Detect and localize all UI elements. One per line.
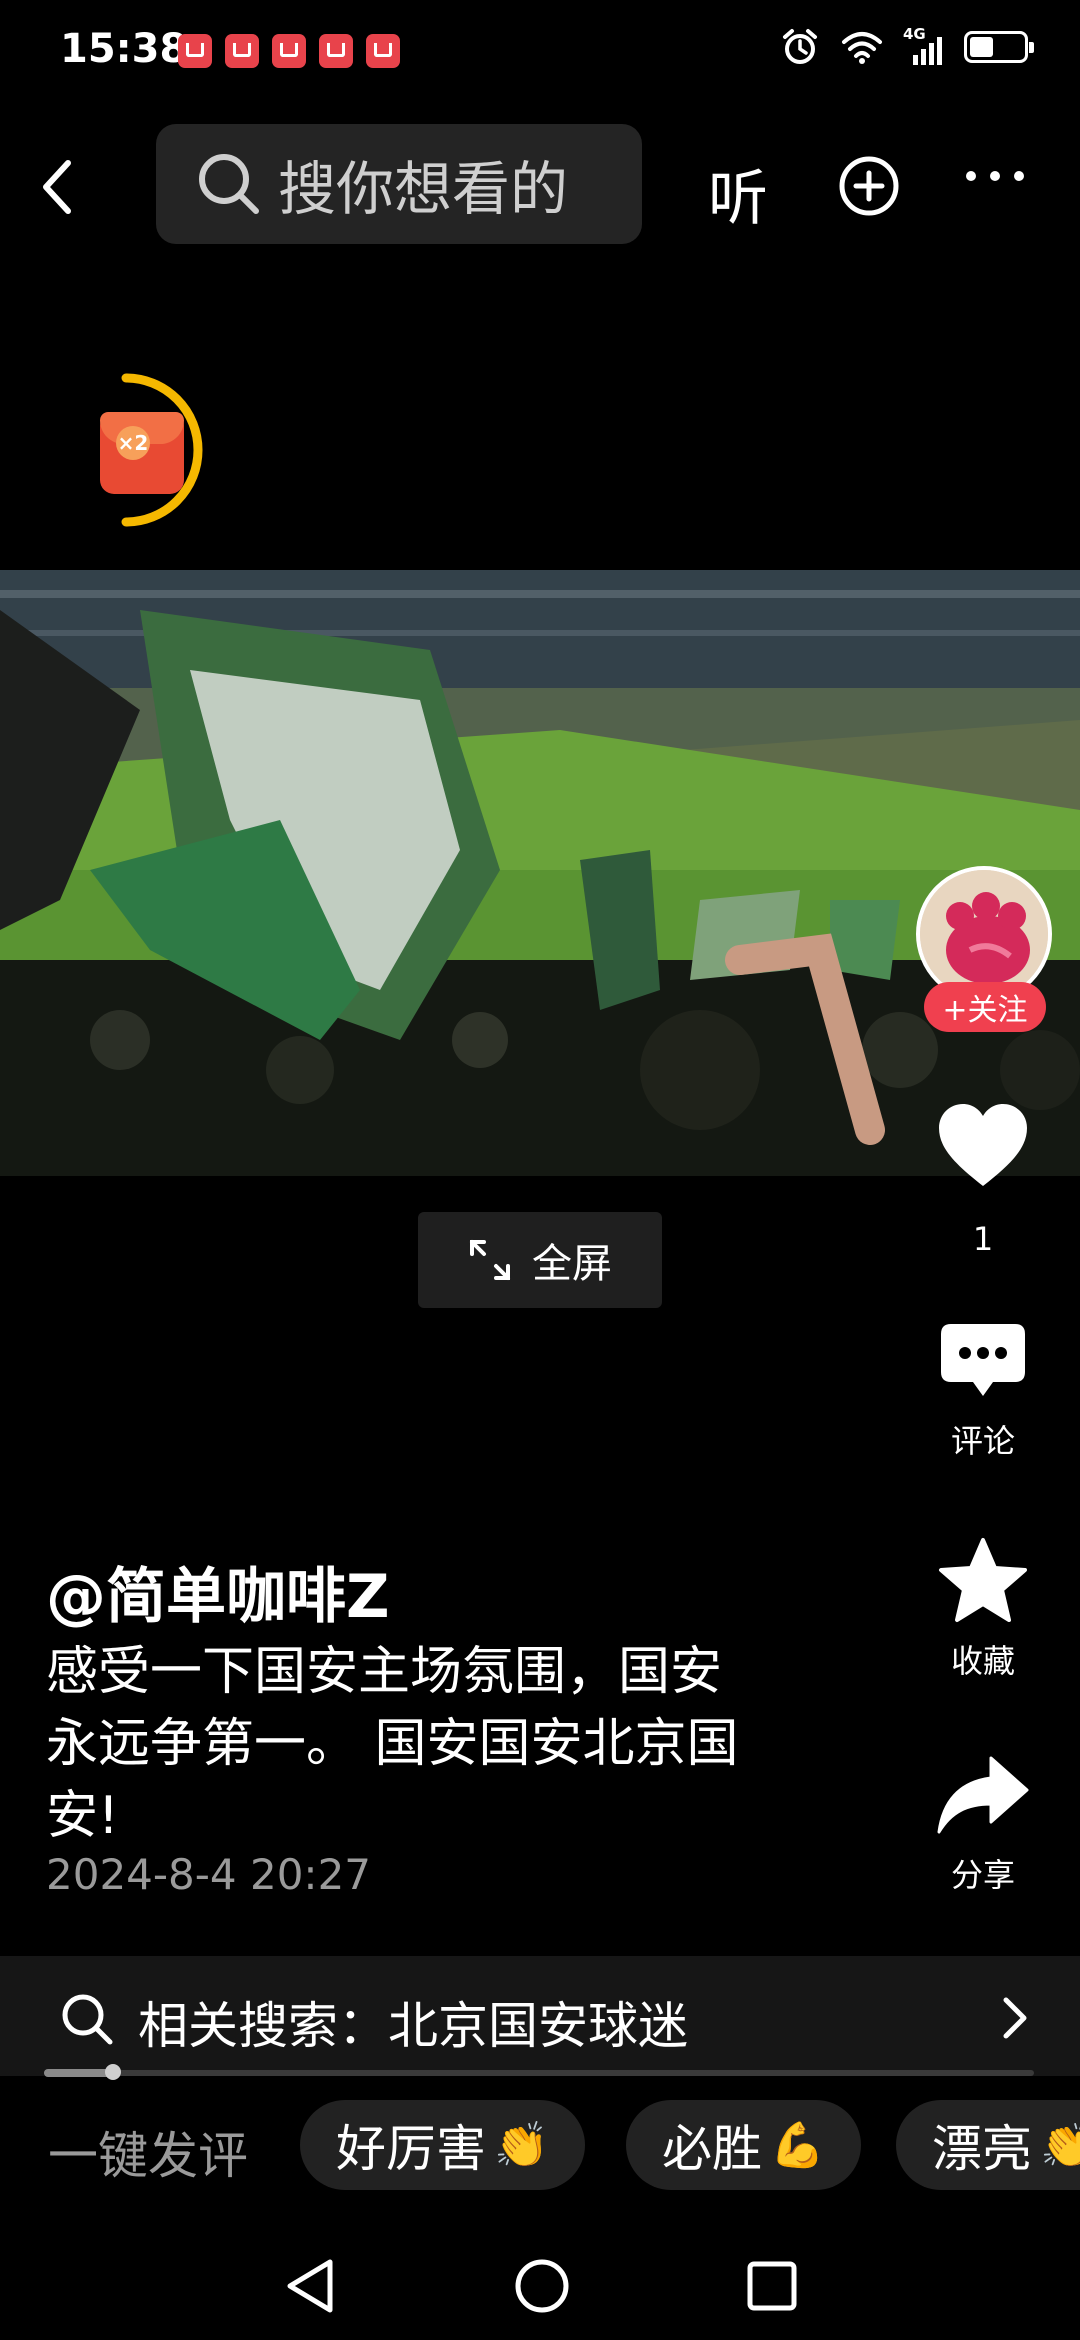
like-button[interactable]: 1: [918, 1102, 1048, 1258]
video-progress-track[interactable]: [44, 2070, 1034, 2076]
battery-icon: [964, 31, 1034, 63]
video-progress-handle[interactable]: [105, 2064, 121, 2080]
comment-button[interactable]: 评论: [918, 1320, 1048, 1462]
fullscreen-label: 全屏: [532, 1241, 612, 1287]
star-icon: [939, 1538, 1027, 1622]
quick-comment-chip[interactable]: 必胜 💪: [626, 2100, 861, 2190]
favorite-button[interactable]: 收藏: [918, 1536, 1048, 1682]
follow-button[interactable]: +关注: [924, 982, 1046, 1032]
status-time: 15:38: [60, 26, 188, 72]
system-recents-button[interactable]: [744, 2256, 800, 2320]
video-player[interactable]: [0, 570, 1080, 1176]
share-label: 分享: [950, 1856, 1015, 1894]
avatar-image: [920, 870, 1048, 998]
circle-home-icon: [515, 2259, 569, 2313]
app-notification-icon: [225, 34, 259, 68]
clapping-hands-icon: 👏: [494, 2120, 549, 2171]
more-dots-icon: [966, 171, 1024, 181]
chevron-left-icon: [43, 160, 71, 214]
quick-comment-label: 一键发评: [48, 2127, 248, 2185]
search-icon: [60, 1992, 114, 2050]
video-progress-fill: [44, 2069, 113, 2077]
favorite-label: 收藏: [950, 1642, 1015, 1680]
comment-bubble-icon: [941, 1324, 1025, 1396]
cellular-signal-icon: 4G: [903, 25, 942, 65]
network-type: 4G: [903, 25, 926, 43]
post-date: 2024-8-4 20:27: [46, 1850, 372, 1899]
search-input[interactable]: 搜你想看的: [156, 124, 642, 244]
chevron-right-icon[interactable]: [1000, 1996, 1030, 2044]
share-arrow-icon: [937, 1756, 1029, 1834]
square-recents-icon: [747, 2261, 797, 2311]
heart-icon: [939, 1104, 1027, 1186]
wifi-icon: [842, 32, 882, 64]
comment-label: 评论: [950, 1422, 1015, 1460]
huawei-app-icon: [272, 34, 306, 68]
stadium-scene-image: [0, 570, 1080, 1176]
like-count: 1: [972, 1220, 994, 1258]
alarm-icon: [783, 29, 817, 64]
back-button[interactable]: [38, 150, 94, 224]
related-search-text[interactable]: 相关搜索：北京国安球迷: [138, 1986, 688, 2058]
battery-level: [970, 37, 993, 57]
multiplier-badge: ×2: [116, 426, 150, 460]
notification-icons: [178, 34, 400, 68]
fullscreen-button[interactable]: 全屏: [418, 1212, 662, 1308]
status-indicators: 4G: [781, 25, 1034, 66]
listen-button[interactable]: 听: [708, 150, 768, 237]
quick-comment-chip[interactable]: 漂亮 👏: [896, 2100, 1080, 2190]
flexed-biceps-icon: 💪: [770, 2120, 825, 2171]
author-name[interactable]: @简单咖啡Z: [46, 1548, 390, 1635]
clapping-hands-icon: 👏: [1040, 2120, 1080, 2171]
system-home-button[interactable]: [514, 2256, 570, 2320]
search-icon: [199, 154, 259, 214]
triangle-back-icon: [287, 2259, 333, 2313]
post-caption: 感受一下国安主场氛围，国安 永远争第一。 国安国安北京国 安!: [46, 1642, 739, 1846]
more-options-button[interactable]: [964, 168, 1026, 187]
quick-comment-chip[interactable]: 好厉害 👏: [300, 2100, 585, 2190]
plus-circle-icon: [839, 156, 899, 216]
add-button[interactable]: [838, 155, 900, 221]
red-packet-reward-button[interactable]: ×2: [90, 370, 220, 530]
app-notification-icon: [319, 34, 353, 68]
system-back-button[interactable]: [282, 2256, 338, 2320]
expand-icon: [470, 1240, 510, 1280]
app-notification-icon: [366, 34, 400, 68]
share-button[interactable]: 分享: [918, 1752, 1048, 1896]
app-notification-icon: [178, 34, 212, 68]
search-placeholder: 搜你想看的: [278, 155, 569, 223]
